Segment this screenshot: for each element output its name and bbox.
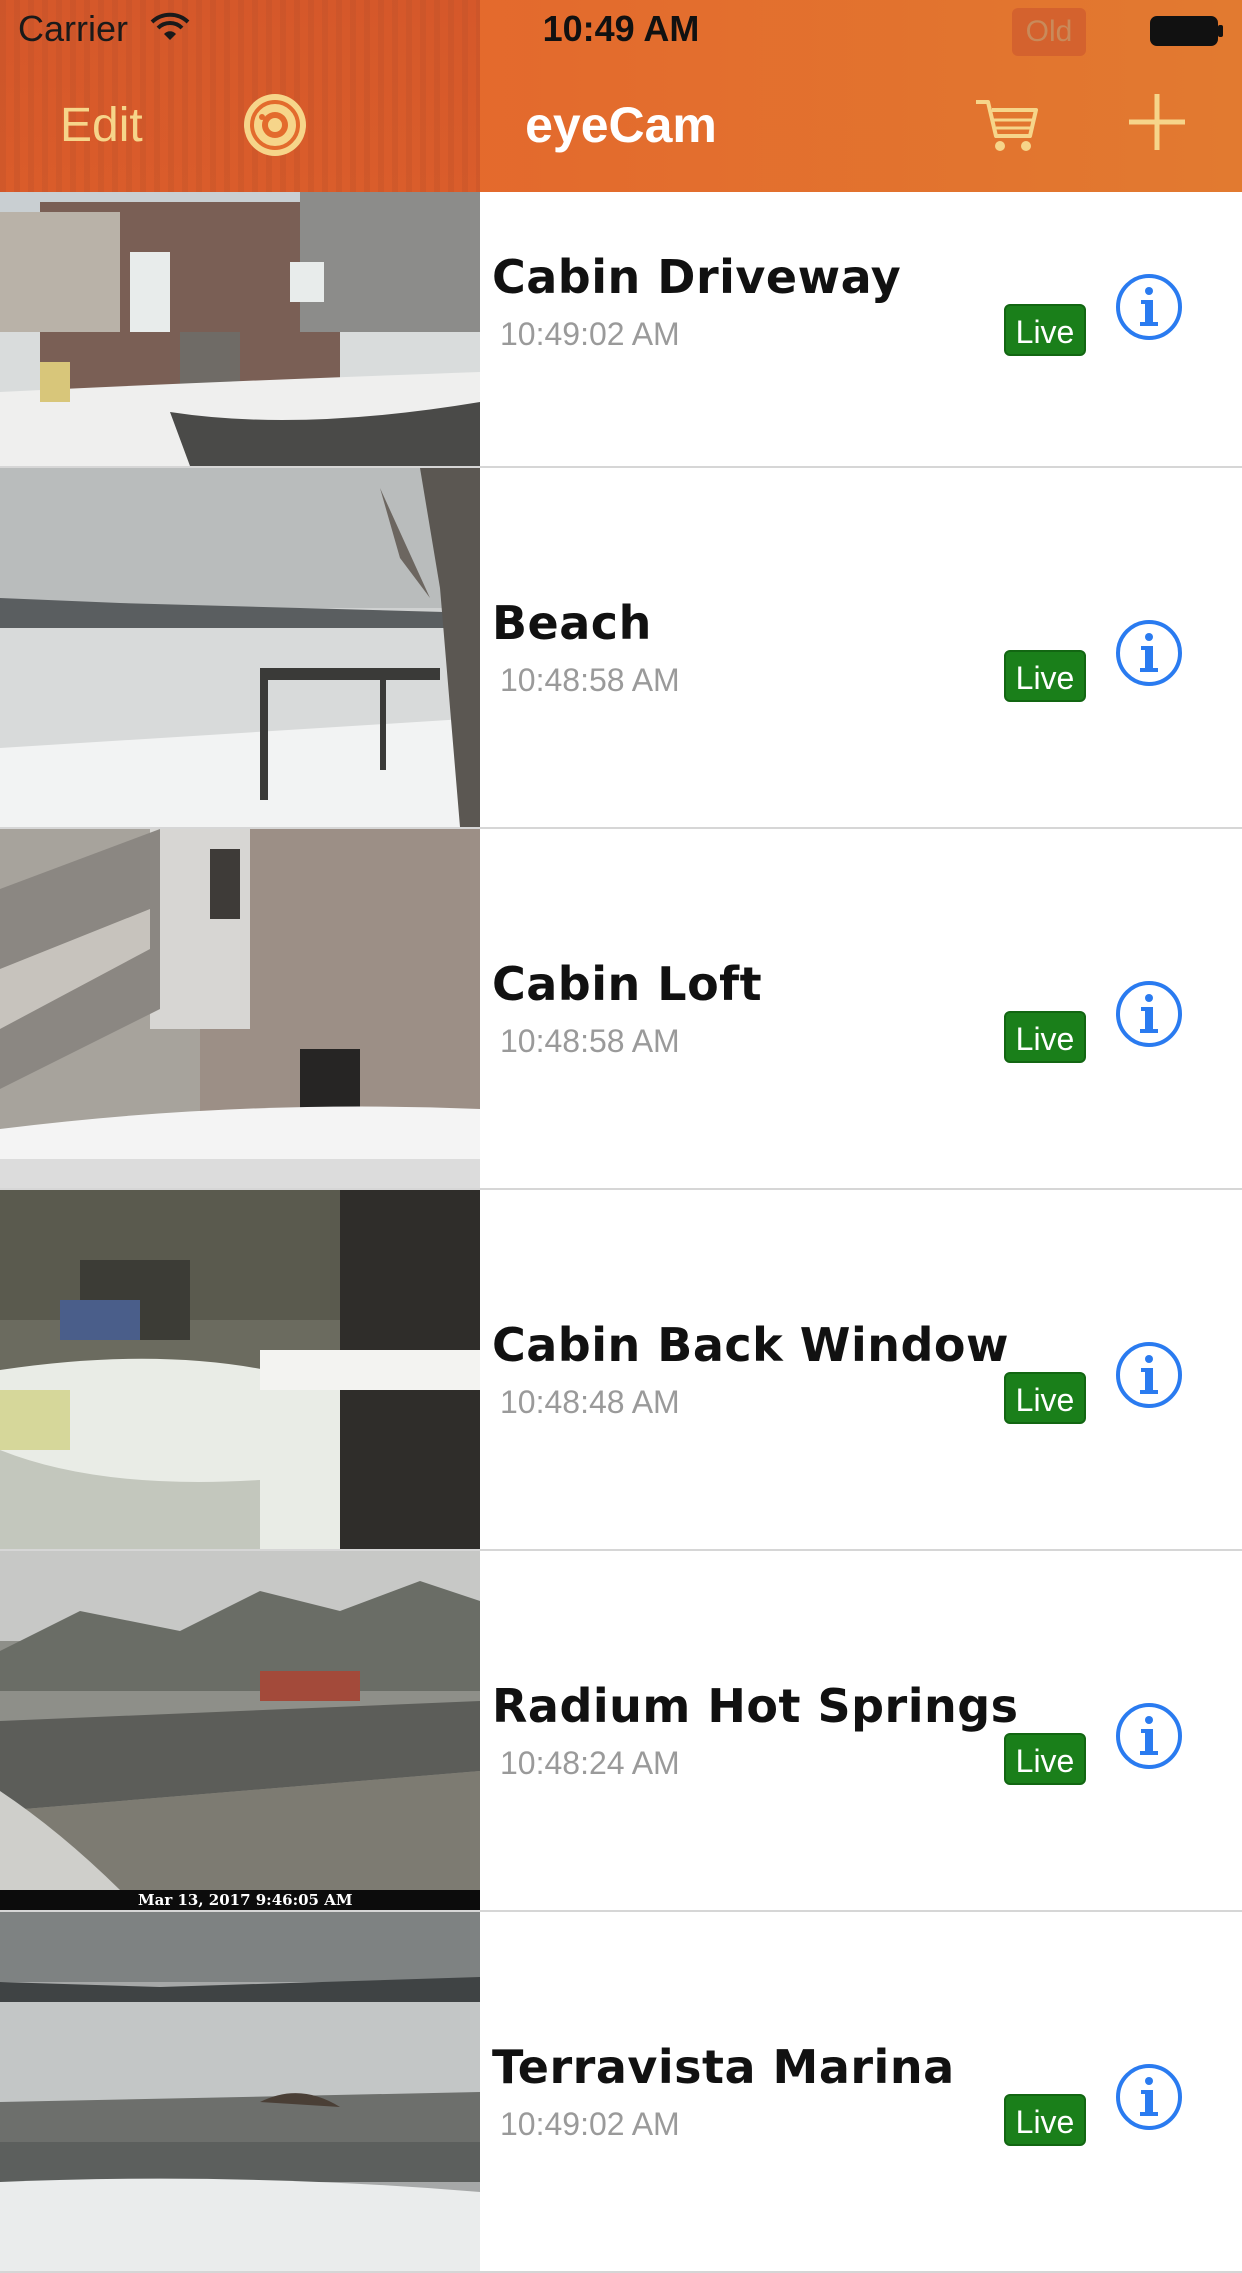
thumbnail-timestamp: Mar 13, 2017 9:46:05 AM [138,1891,353,1909]
cart-icon[interactable] [972,90,1042,160]
status-bar: Carrier 10:49 AM Old [0,0,1242,60]
info-icon[interactable] [1114,1340,1184,1410]
camera-name: Terravista Marina [492,2040,955,2094]
camera-row[interactable]: Cabin Loft 10:48:58 AM Live [0,829,1242,1190]
app-header: Carrier 10:49 AM Old Edit eyeCam [0,0,1242,192]
camera-row[interactable]: Cabin Driveway 10:49:02 AM Live [0,192,1242,468]
info-icon[interactable] [1114,979,1184,1049]
camera-thumbnail[interactable] [0,468,480,827]
info-icon[interactable] [1114,1701,1184,1771]
camera-row[interactable]: Terravista Marina 10:49:02 AM Live [0,1912,1242,2273]
live-badge: Live [1004,1733,1086,1785]
camera-thumbnail[interactable] [0,1190,480,1549]
page-title: eyeCam [525,97,717,153]
live-badge: Live [1004,2094,1086,2146]
live-badge: Live [1004,1011,1086,1063]
navigation-bar: Edit eyeCam [0,60,1242,192]
camera-name: Cabin Back Window [492,1318,1010,1372]
camera-row[interactable]: Cabin Back Window 10:48:48 AM Live [0,1190,1242,1551]
info-icon[interactable] [1114,2062,1184,2132]
old-badge: Old [1012,8,1086,56]
camera-timestamp: 10:48:58 AM [500,1023,680,1059]
live-badge: Live [1004,1372,1086,1424]
camera-thumbnail[interactable] [0,829,480,1188]
camera-timestamp: 10:49:02 AM [500,316,680,352]
camera-thumbnail[interactable] [0,1912,480,2271]
info-icon[interactable] [1114,272,1184,342]
camera-name: Cabin Driveway [492,250,902,304]
plus-icon[interactable] [1122,88,1192,158]
camera-name: Radium Hot Springs [492,1679,1019,1733]
live-badge: Live [1004,304,1086,356]
camera-list: Cabin Driveway 10:49:02 AM Live Beach 10… [0,192,1242,2273]
camera-name: Cabin Loft [492,957,763,1011]
battery-icon [1150,16,1223,46]
live-badge: Live [1004,650,1086,702]
info-icon[interactable] [1114,618,1184,688]
camera-timestamp: 10:48:58 AM [500,662,680,698]
camera-row[interactable]: Beach 10:48:58 AM Live [0,468,1242,829]
camera-thumbnail[interactable] [0,1551,480,1910]
camera-thumbnail[interactable] [0,192,480,466]
camera-timestamp: 10:49:02 AM [500,2106,680,2142]
camera-name: Beach [492,596,652,650]
camera-row[interactable]: Mar 13, 2017 9:46:05 AM Radium Hot Sprin… [0,1551,1242,1912]
camera-timestamp: 10:48:24 AM [500,1745,680,1781]
camera-timestamp: 10:48:48 AM [500,1384,680,1420]
